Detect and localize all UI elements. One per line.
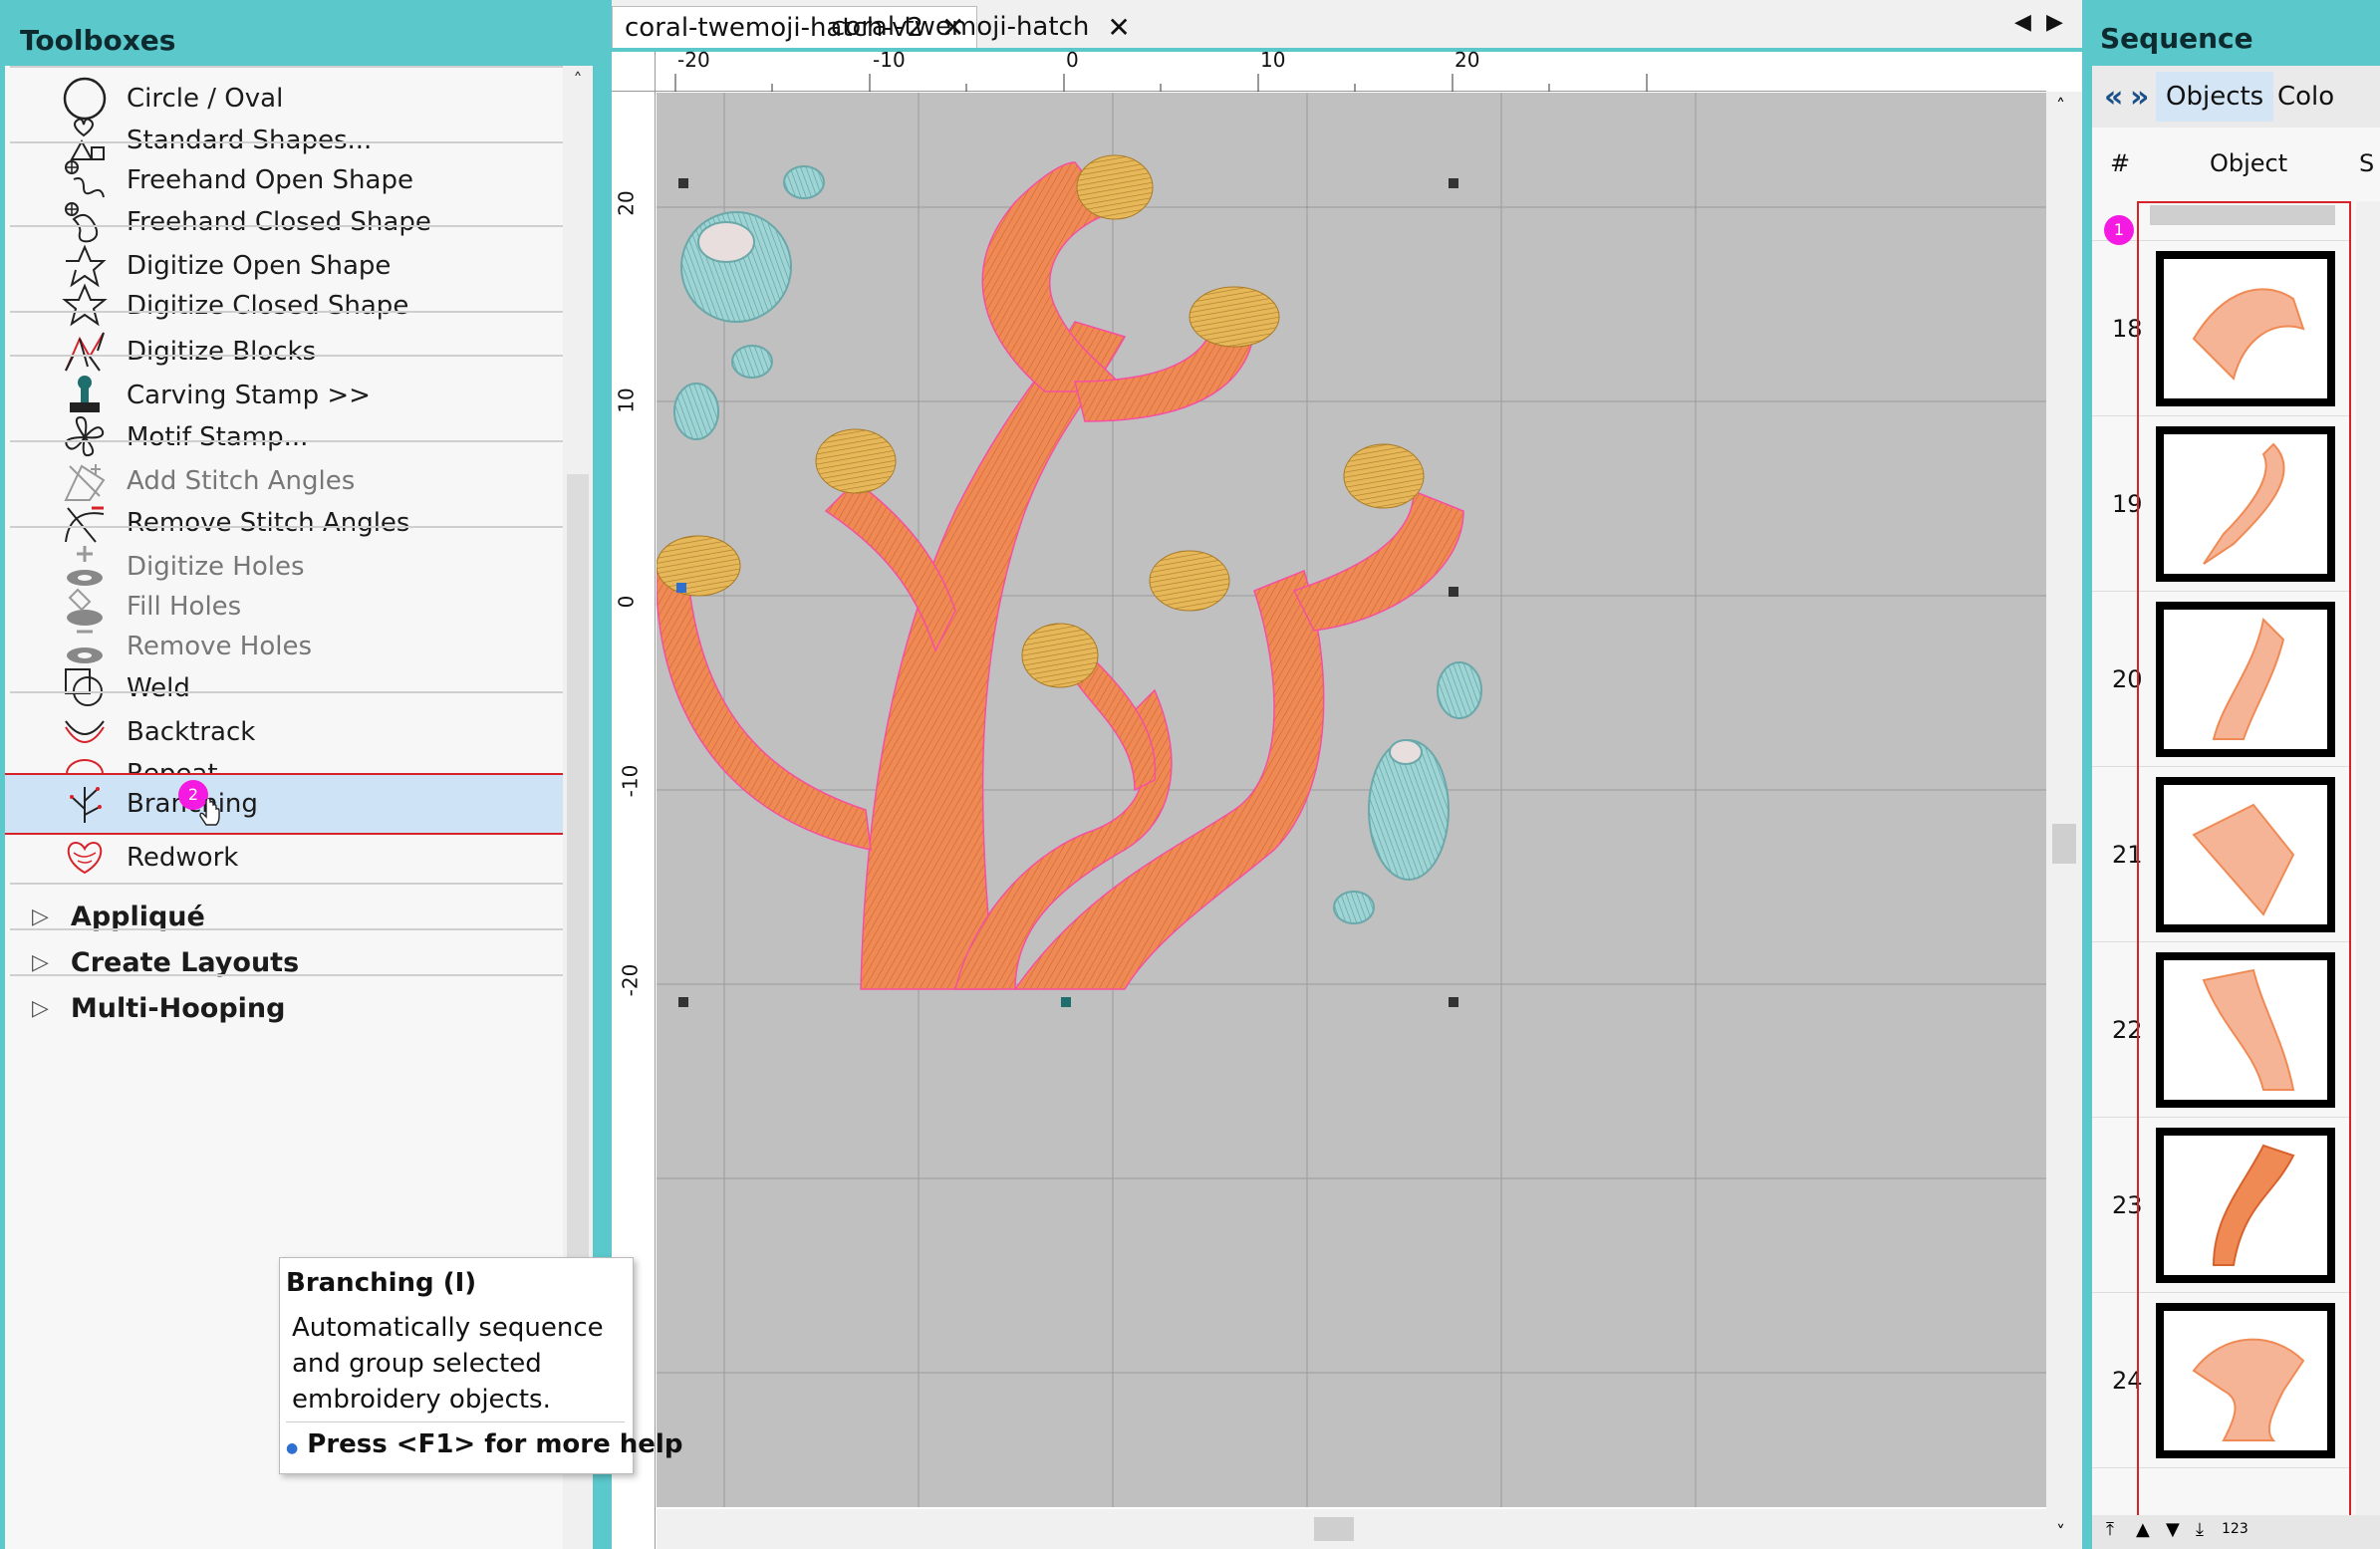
hand-cursor-icon: [198, 797, 220, 827]
sequence-footer-toolbar: ⤒ ▲ ▼ ⤓ 123: [2092, 1515, 2380, 1549]
tab-objects[interactable]: Objects: [2156, 72, 2274, 122]
tab-scroll-left-icon[interactable]: ◀: [2014, 10, 2031, 35]
expand-triangle-icon: ▷: [32, 904, 49, 929]
scroll-up-icon[interactable]: ˄: [563, 70, 593, 91]
sequence-scrollbar[interactable]: [2356, 201, 2380, 1536]
help-hint: ● Press <F1> for more help: [286, 1429, 683, 1459]
sequence-title: Sequence: [2100, 22, 2253, 55]
design-canvas[interactable]: [657, 93, 2046, 1507]
tab-colors[interactable]: Colo: [2267, 72, 2344, 122]
col-number: #: [2110, 149, 2131, 177]
canvas-vertical-scrollbar[interactable]: ˄ ˅: [2046, 92, 2082, 1549]
tooltip-branching: Branching (I) Automatically sequence and…: [279, 1257, 682, 1474]
move-up-icon[interactable]: ▲: [2136, 1519, 2150, 1540]
branching-icon: [55, 774, 115, 834]
double-chevron-left-icon[interactable]: «: [2104, 80, 2123, 115]
expand-triangle-icon: ▷: [32, 995, 49, 1021]
redwork-icon: [55, 828, 115, 888]
info-icon: ●: [286, 1440, 299, 1456]
double-chevron-right-icon[interactable]: »: [2130, 80, 2149, 115]
col-object: Object: [2210, 149, 2288, 177]
canvas-window: -20 -10 0 10 20 20 10 0 -10 -20 ˄ ˅: [612, 48, 2082, 1549]
numbering-label: 123: [2222, 1521, 2248, 1537]
scroll-thumb[interactable]: [1314, 1517, 1354, 1541]
sequence-toolbar: « » Objects Colo: [2092, 66, 2380, 128]
sequence-selection: [2137, 201, 2351, 1524]
scroll-up-icon[interactable]: ˄: [2056, 96, 2065, 117]
move-top-icon[interactable]: ⤒: [2106, 1519, 2114, 1540]
tab-coral-twemoji-hatch[interactable]: coral-twemoji-hatch ✕: [819, 6, 1143, 48]
ruler-horizontal: -20 -10 0 10 20: [656, 48, 2046, 92]
section-multi-hooping[interactable]: ▷ Multi-Hooping: [10, 974, 563, 1040]
scroll-down-icon[interactable]: ˅: [2056, 1522, 2065, 1543]
toolboxes-title: Toolboxes: [20, 24, 176, 57]
close-icon[interactable]: ✕: [1107, 11, 1130, 44]
move-down-icon[interactable]: ▼: [2166, 1519, 2180, 1540]
ruler-corner: [612, 52, 656, 92]
sequence-panel: Sequence « » Objects Colo # Object S 1 1…: [2082, 0, 2380, 1549]
tool-branching[interactable]: Branching: [5, 773, 569, 835]
canvas-horizontal-scrollbar[interactable]: [657, 1509, 2046, 1549]
tool-redwork[interactable]: Redwork: [5, 827, 563, 889]
col-s: S: [2359, 149, 2375, 177]
scroll-thumb[interactable]: [2052, 824, 2076, 864]
move-bottom-icon[interactable]: ⤓: [2196, 1519, 2204, 1540]
tab-scroll-right-icon[interactable]: ▶: [2046, 10, 2063, 35]
sequence-list: « » Objects Colo # Object S 1 18 19 20 2…: [2092, 66, 2380, 1549]
expand-triangle-icon: ▷: [32, 949, 49, 975]
document-tabs: coral-twemoji-hatch-v2 ✕ coral-twemoji-ha…: [612, 0, 2082, 48]
